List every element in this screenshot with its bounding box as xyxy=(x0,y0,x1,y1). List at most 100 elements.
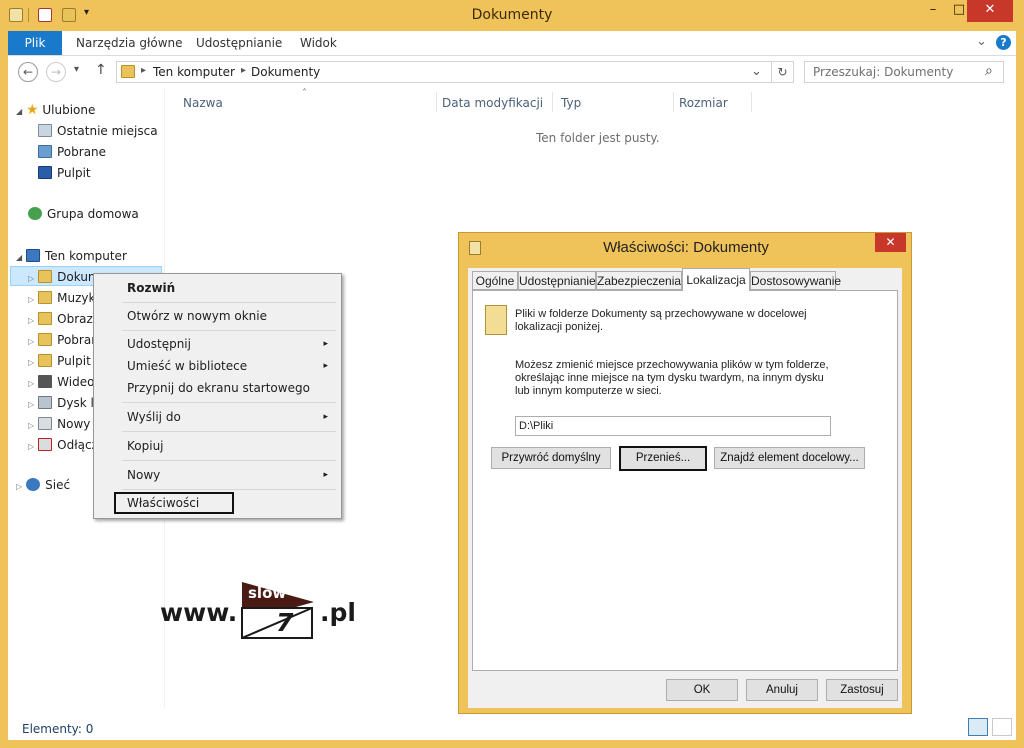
tree-item-desktop-2[interactable]: ▷ Pulpit xyxy=(28,351,91,371)
submenu-arrow-icon: ▸ xyxy=(323,412,328,422)
address-bar[interactable]: ▸ Ten komputer ▸ Dokumenty ⌄ xyxy=(116,61,772,83)
column-separator[interactable] xyxy=(751,92,752,112)
menu-item-properties[interactable]: Właściwości xyxy=(114,492,234,514)
tree-item-desktop[interactable]: Pulpit xyxy=(38,163,91,183)
menu-item-copy[interactable]: Kopiuj xyxy=(97,435,336,457)
music-folder-icon xyxy=(38,291,53,304)
menu-item-pin-start[interactable]: Przypnij do ekranu startowego xyxy=(97,377,336,399)
network-icon xyxy=(26,478,41,491)
collapsed-icon[interactable]: ▷ xyxy=(28,442,34,451)
tree-item-disconnected[interactable]: ▷ Odłącz xyxy=(28,435,98,455)
column-header-name[interactable]: Nazwa xyxy=(183,96,223,110)
tree-item-pictures[interactable]: ▷ Obrazy xyxy=(28,309,100,329)
tree-favorites[interactable]: ◢ ★ Ulubione xyxy=(16,100,95,120)
context-menu: Rozwiń Otwórz w nowym oknie Udostępnij ▸ … xyxy=(93,273,342,519)
address-dropdown-icon[interactable]: ⌄ xyxy=(751,64,762,79)
breadcrumb-documents[interactable]: Dokumenty xyxy=(251,65,320,79)
menu-item-include-library[interactable]: Umieść w bibliotece ▸ xyxy=(97,355,336,377)
sort-arrow-icon: ˄ xyxy=(302,88,307,99)
collapsed-icon[interactable]: ▷ xyxy=(28,337,34,346)
dialog-close-button[interactable]: ✕ xyxy=(875,233,906,252)
tab-security[interactable]: Zabezpieczenia xyxy=(596,271,682,290)
tree-network[interactable]: ▷ Sieć xyxy=(16,475,70,495)
videos-folder-icon xyxy=(38,375,53,388)
tab-view[interactable]: Widok xyxy=(290,31,347,55)
computer-icon xyxy=(25,249,40,262)
move-button[interactable]: Przenieś... xyxy=(619,446,707,471)
tab-customize[interactable]: Dostosowywanie xyxy=(750,271,841,290)
collapsed-icon[interactable]: ▷ xyxy=(28,358,34,367)
up-button[interactable]: ↑ xyxy=(95,62,107,78)
watermark-number: 7 xyxy=(276,608,294,637)
menu-item-send-to[interactable]: Wyślij do ▸ xyxy=(97,406,336,428)
column-header-date[interactable]: Data modyfikacji xyxy=(442,96,543,110)
watermark-suffix: .pl xyxy=(320,598,356,627)
find-target-button[interactable]: Znajdź element docelowy... xyxy=(714,447,865,469)
tab-share[interactable]: Udostępnianie xyxy=(186,31,292,55)
downloads-icon xyxy=(38,145,52,158)
tree-item-music[interactable]: ▷ Muzyk xyxy=(28,288,95,308)
downloads-folder-icon xyxy=(38,333,53,346)
menu-item-new[interactable]: Nowy ▸ xyxy=(97,464,336,486)
collapsed-icon[interactable]: ▷ xyxy=(28,295,34,304)
collapsed-icon[interactable]: ▷ xyxy=(28,400,34,409)
address-row: ← → ▾ ↑ ▸ Ten komputer ▸ Dokumenty ⌄ ↻ P… xyxy=(8,56,1016,88)
menu-label: Udostępnij xyxy=(127,337,191,351)
tab-location[interactable]: Lokalizacja xyxy=(682,268,750,291)
tab-home[interactable]: Narzędzia główne xyxy=(66,31,193,55)
menu-separator xyxy=(122,460,336,461)
menu-item-share[interactable]: Udostępnij ▸ xyxy=(97,333,336,355)
tree-item-local-disk[interactable]: ▷ Dysk lo xyxy=(28,393,101,413)
help-icon[interactable]: ? xyxy=(996,35,1011,50)
tab-general[interactable]: Ogólne xyxy=(472,271,518,290)
search-placeholder: Przeszukaj: Dokumenty xyxy=(813,65,954,79)
column-header-size[interactable]: Rozmiar xyxy=(679,96,728,110)
breadcrumb-computer[interactable]: Ten komputer xyxy=(153,65,235,79)
cancel-button[interactable]: Anuluj xyxy=(746,679,818,701)
tree-homegroup[interactable]: Grupa domowa xyxy=(28,204,139,224)
column-separator[interactable] xyxy=(436,92,437,112)
ribbon-expand-icon[interactable]: ⌄ xyxy=(976,34,987,49)
menu-item-open-new-window[interactable]: Otwórz w nowym oknie xyxy=(97,305,336,327)
path-value: D:\Pliki xyxy=(519,420,554,432)
folder-icon xyxy=(485,305,507,335)
search-icon[interactable]: ⌕ xyxy=(985,63,993,79)
column-separator[interactable] xyxy=(673,92,674,112)
close-button[interactable]: ✕ xyxy=(967,0,1013,22)
tree-item-recent[interactable]: Ostatnie miejsca xyxy=(38,121,158,141)
tab-file[interactable]: Plik xyxy=(8,31,62,55)
forward-button[interactable]: → xyxy=(46,62,66,82)
details-view-icon[interactable] xyxy=(968,718,988,736)
drive-icon xyxy=(38,396,53,409)
large-icons-view-icon[interactable] xyxy=(992,718,1012,736)
back-button[interactable]: ← xyxy=(18,62,38,82)
collapsed-icon[interactable]: ▷ xyxy=(28,316,34,325)
collapsed-icon[interactable]: ▷ xyxy=(28,274,34,283)
column-header-type[interactable]: Typ xyxy=(561,96,581,110)
restore-default-button[interactable]: Przywróć domyślny xyxy=(491,447,611,469)
folder-icon xyxy=(121,65,135,78)
tree-item-downloads-2[interactable]: ▷ Pobran xyxy=(28,330,99,350)
collapsed-icon[interactable]: ▷ xyxy=(16,482,22,491)
column-separator[interactable] xyxy=(552,92,553,112)
tree-computer[interactable]: ◢ Ten komputer xyxy=(16,246,127,266)
recent-locations-icon[interactable]: ▾ xyxy=(74,64,79,75)
tree-item-videos[interactable]: ▷ Wideo xyxy=(28,372,94,392)
collapsed-icon[interactable]: ▷ xyxy=(28,421,34,430)
search-input[interactable]: Przeszukaj: Dokumenty ⌕ xyxy=(804,61,1004,83)
ok-button[interactable]: OK xyxy=(666,679,738,701)
tree-item-documents[interactable]: ▷ Dokum xyxy=(28,267,100,287)
tree-item-downloads[interactable]: Pobrane xyxy=(38,142,106,162)
location-path-input[interactable]: D:\Pliki xyxy=(515,416,831,436)
tab-sharing[interactable]: Udostępnianie xyxy=(518,271,596,290)
apply-button[interactable]: Zastosuj xyxy=(826,679,898,701)
refresh-button[interactable]: ↻ xyxy=(772,61,794,83)
submenu-arrow-icon: ▸ xyxy=(323,470,328,480)
tree-item-new-volume[interactable]: ▷ Nowy xyxy=(28,414,90,434)
ribbon-tabs: Plik Narzędzia główne Udostępnianie Wido… xyxy=(8,31,1016,56)
expanded-icon[interactable]: ◢ xyxy=(16,253,22,262)
menu-item-expand[interactable]: Rozwiń xyxy=(97,277,336,299)
minimize-button[interactable]: – xyxy=(920,0,946,22)
collapsed-icon[interactable]: ▷ xyxy=(28,379,34,388)
expanded-icon[interactable]: ◢ xyxy=(16,107,22,116)
